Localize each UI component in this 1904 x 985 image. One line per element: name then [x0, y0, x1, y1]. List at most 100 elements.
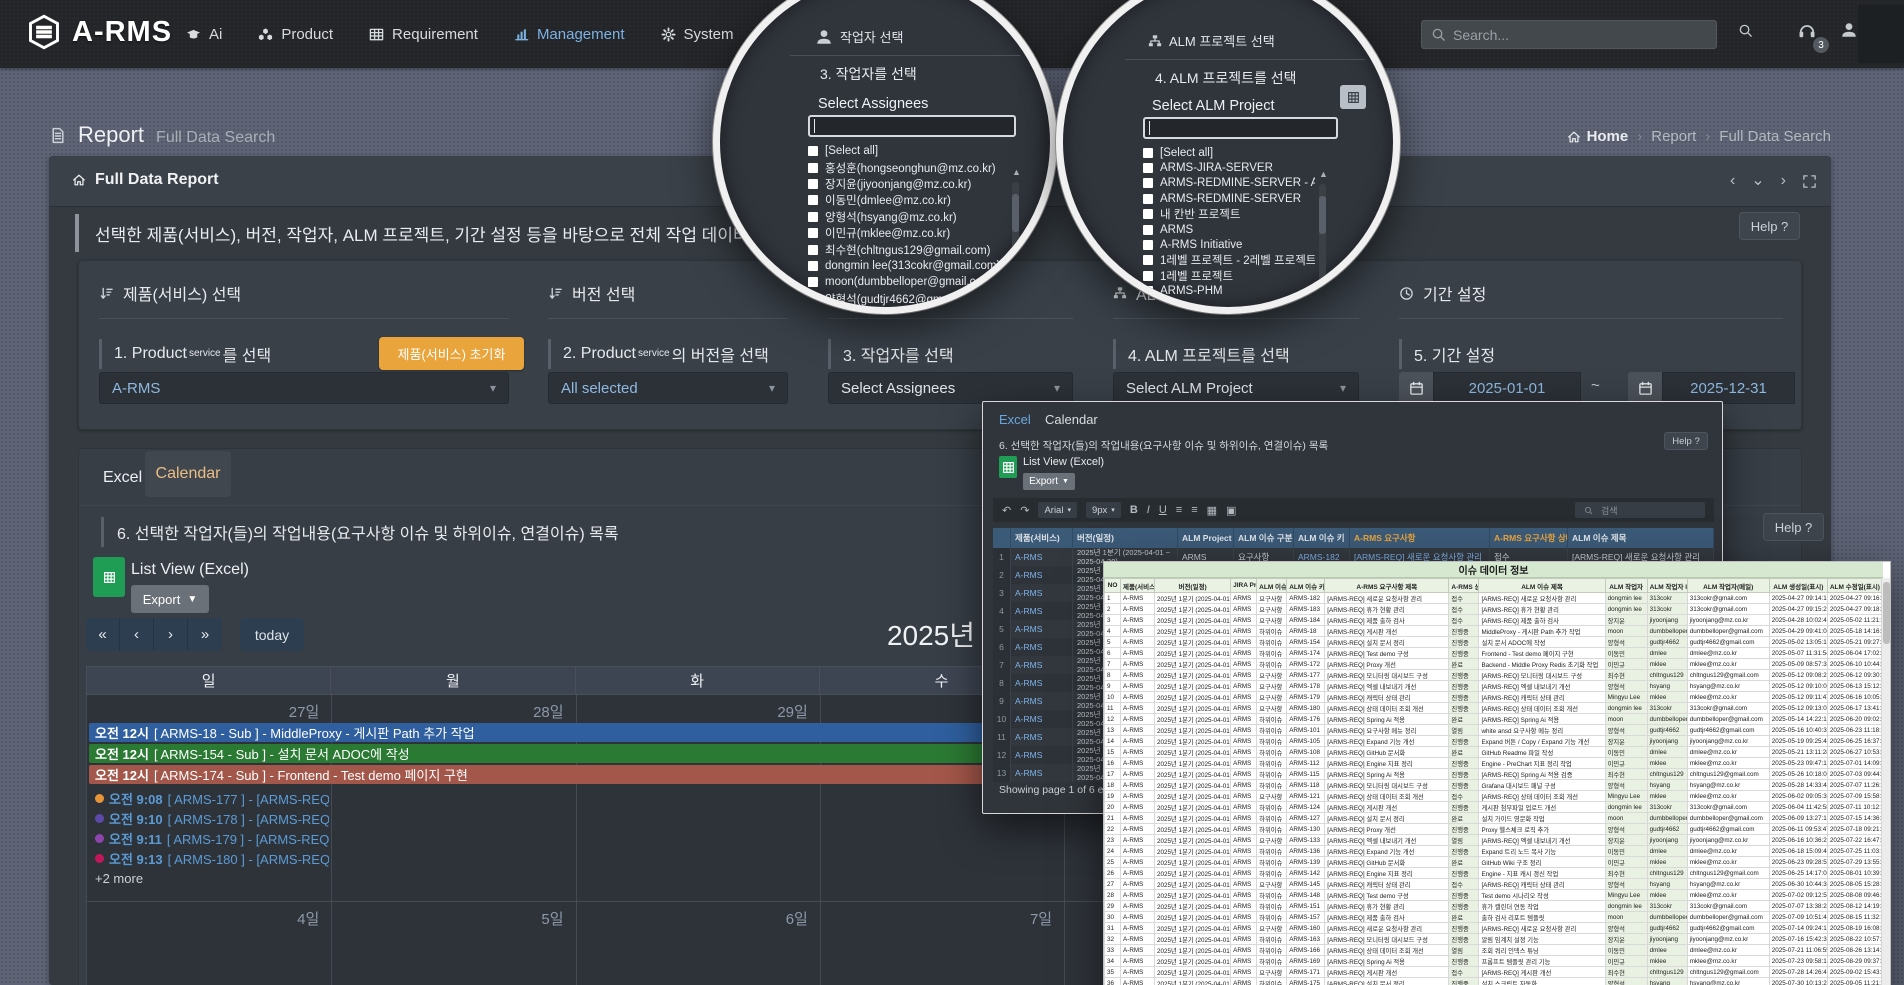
today-button[interactable]: today: [240, 618, 304, 651]
nav-item-ai[interactable]: Ai: [186, 26, 222, 43]
sheet-cell: ARMS-142: [1287, 868, 1325, 879]
sheet-cell: 요구사항: [1257, 703, 1287, 714]
excel-grid-icon: [1347, 91, 1360, 104]
table-cell: 6: [993, 638, 1011, 656]
sheet-cell: 진행중: [1449, 769, 1479, 780]
breadcrumb-home[interactable]: Home: [1567, 128, 1629, 145]
sheet-cell: 2025-08-05 15:28:13: [1827, 879, 1882, 890]
version-select-value: All selected: [561, 380, 769, 397]
sheet-cell: [ARMS-REQ] 요구사항 메뉴 정리: [1325, 725, 1449, 736]
product-select[interactable]: A-RMS ▾: [99, 372, 509, 404]
checkbox-icon: [1143, 240, 1153, 250]
prev-year-button[interactable]: «: [86, 618, 120, 651]
collapse-left-icon[interactable]: ‹: [1730, 170, 1735, 192]
checkbox-label: ARMS-REDMINE-SERVER - ARMS-RE: [1160, 177, 1315, 189]
scrollbar-thumb: [1319, 196, 1326, 234]
date-from-input[interactable]: 2025-01-01: [1433, 372, 1581, 404]
calendar-icon[interactable]: [1399, 372, 1433, 404]
search-input[interactable]: [1453, 27, 1707, 43]
sheet-cell: ARMS: [1231, 780, 1257, 791]
help-button[interactable]: Help ?: [1739, 212, 1800, 240]
step-sup: service: [638, 348, 670, 359]
sheet-cell: ARMS-174: [1287, 648, 1325, 659]
control-sidebar-toggle[interactable]: [1858, 5, 1904, 63]
help-button[interactable]: Help ?: [1763, 513, 1824, 541]
scroll-up-icon: ▲: [1012, 167, 1021, 177]
sheet-row: 31A-RMS2025년 1분기 (2025-04-01 ~ 2025-04-3…: [1105, 923, 1883, 934]
more-events-link[interactable]: +2 more: [95, 871, 143, 886]
alm-project-select[interactable]: Select ALM Project ▾: [1113, 372, 1359, 404]
calendar-event-item[interactable]: 오전 9:10[ ARMS-178 ] - [ARMS-REQ] 엑셀 내보: [91, 809, 329, 827]
sheet-cell: 2025-06-13 15:12:38: [1827, 681, 1882, 692]
headset-icon[interactable]: [1797, 21, 1817, 41]
calendar-event-item[interactable]: 오전 9:08[ ARMS-177 ] - [ARMS-REQ] 모니터링: [91, 789, 329, 807]
sheet-header-cell: ALM 작업자(메일): [1687, 579, 1769, 593]
date-to-input[interactable]: 2025-12-31: [1662, 372, 1795, 404]
calendar-icon[interactable]: [1628, 372, 1662, 404]
next-year-button[interactable]: »: [188, 618, 222, 651]
checkbox-list-item: [Select all]: [1143, 145, 1315, 160]
sheet-cell: A-RMS: [1121, 813, 1155, 824]
prev-button[interactable]: ‹: [120, 618, 154, 651]
scroll-up-icon: ▲: [1319, 169, 1328, 179]
product-reset-button[interactable]: 제품(서비스) 초기화: [379, 337, 524, 370]
sheet-cell: ARMS: [1231, 670, 1257, 681]
sheet-cell: 하위이슈: [1257, 978, 1287, 985]
sheet-row: 23A-RMS2025년 1분기 (2025-04-01 ~ 2025-04-3…: [1105, 835, 1883, 846]
brand-logo[interactable]: A-RMS: [26, 14, 172, 50]
sheet-cell: dumbbelloper: [1647, 813, 1687, 824]
tab-excel[interactable]: Excel: [101, 463, 144, 493]
nav-item-system[interactable]: System: [661, 26, 734, 43]
sheet-row: 16A-RMS2025년 1분기 (2025-04-01 ~ 2025-04-3…: [1105, 758, 1883, 769]
nav-item-management[interactable]: Management: [514, 26, 625, 43]
sheet-cell: ARMS: [1231, 626, 1257, 637]
sheet-cell: 2025년 1분기 (2025-04-01 ~ 2025-04-30): [1155, 659, 1231, 670]
user-icon[interactable]: [1840, 21, 1858, 39]
event-dot-icon: [95, 834, 104, 843]
collapse-right-icon[interactable]: ›: [1781, 170, 1786, 192]
sheet-cell: [ARMS-REQ] Engine 지표 정리: [1325, 868, 1449, 879]
sheet-cell: ARMS-184: [1287, 615, 1325, 626]
sheet-row: 18A-RMS2025년 1분기 (2025-04-01 ~ 2025-04-3…: [1105, 780, 1883, 791]
sheet-row: 19A-RMS2025년 1분기 (2025-04-01 ~ 2025-04-3…: [1105, 791, 1883, 802]
export-button[interactable]: Export ▼: [131, 585, 209, 613]
nav-item-product[interactable]: Product: [258, 26, 333, 43]
tab-calendar[interactable]: Calendar: [145, 451, 231, 497]
sheet-cell: A-RMS: [1121, 648, 1155, 659]
sheet-cell: 하위이슈: [1257, 736, 1287, 747]
search-submit-icon[interactable]: [1738, 23, 1753, 38]
calendar-event-item[interactable]: 오전 9:13[ ARMS-180 ] - [ARMS-REQ] 상태 데: [91, 849, 329, 867]
assignee-select[interactable]: Select Assignees ▾: [828, 372, 1073, 404]
sheet-cell: ARMS-118: [1287, 780, 1325, 791]
page-title-row: Report Full Data Search: [49, 122, 275, 148]
table-cell: A-RMS: [1011, 746, 1073, 764]
checkbox-icon: [808, 179, 818, 189]
excel-icon: [93, 557, 125, 597]
expand-icon[interactable]: [1802, 170, 1817, 192]
sheet-cell: 접수: [1449, 593, 1479, 604]
checkbox-icon: [808, 277, 818, 287]
checkbox-label: ARMS-PHM: [1160, 285, 1223, 297]
sheet-cell: A-RMS: [1121, 835, 1155, 846]
sheet-cell: 2025년 1분기 (2025-04-01 ~ 2025-04-30): [1155, 692, 1231, 703]
assignee-list: [Select all]홍성훈(hongseonghun@mz.co.kr)장지…: [808, 143, 1004, 307]
calendar-event-item[interactable]: 오전 9:11[ ARMS-179 ] - [ARMS-REQ] 캐릭터: [91, 829, 329, 847]
breadcrumb-item[interactable]: Full Data Search: [1719, 128, 1831, 145]
sheet-cell: [ARMS-REQ] 설치 문서 정리: [1325, 637, 1449, 648]
next-button[interactable]: ›: [154, 618, 188, 651]
nav-item-requirement[interactable]: Requirement: [369, 26, 478, 43]
calendar-title: 2025년: [887, 614, 975, 654]
sheet-cell: [ARMS-REQ] 새로운 요청사항 관리: [1479, 593, 1605, 604]
sheet-row: 6A-RMS2025년 1분기 (2025-04-01 ~ 2025-04-30…: [1105, 648, 1883, 659]
version-select[interactable]: All selected ▾: [548, 372, 788, 404]
chevron-down-icon[interactable]: ⌄: [1751, 170, 1764, 192]
sheet-cell: 2025년 1분기 (2025-04-01 ~ 2025-04-30): [1155, 758, 1231, 769]
home-icon: [72, 173, 86, 187]
scrollbar-thumb: [1883, 582, 1890, 644]
sheet-cell: 25: [1105, 857, 1121, 868]
breadcrumb-item[interactable]: Report: [1651, 128, 1696, 145]
sheet-cell: chltngus129@gmail.com: [1687, 868, 1769, 879]
step-label-tail: 를 선택: [223, 342, 272, 366]
sort-icon: [99, 286, 114, 301]
sheet-cell: 2025년 1분기 (2025-04-01 ~ 2025-04-30): [1155, 769, 1231, 780]
